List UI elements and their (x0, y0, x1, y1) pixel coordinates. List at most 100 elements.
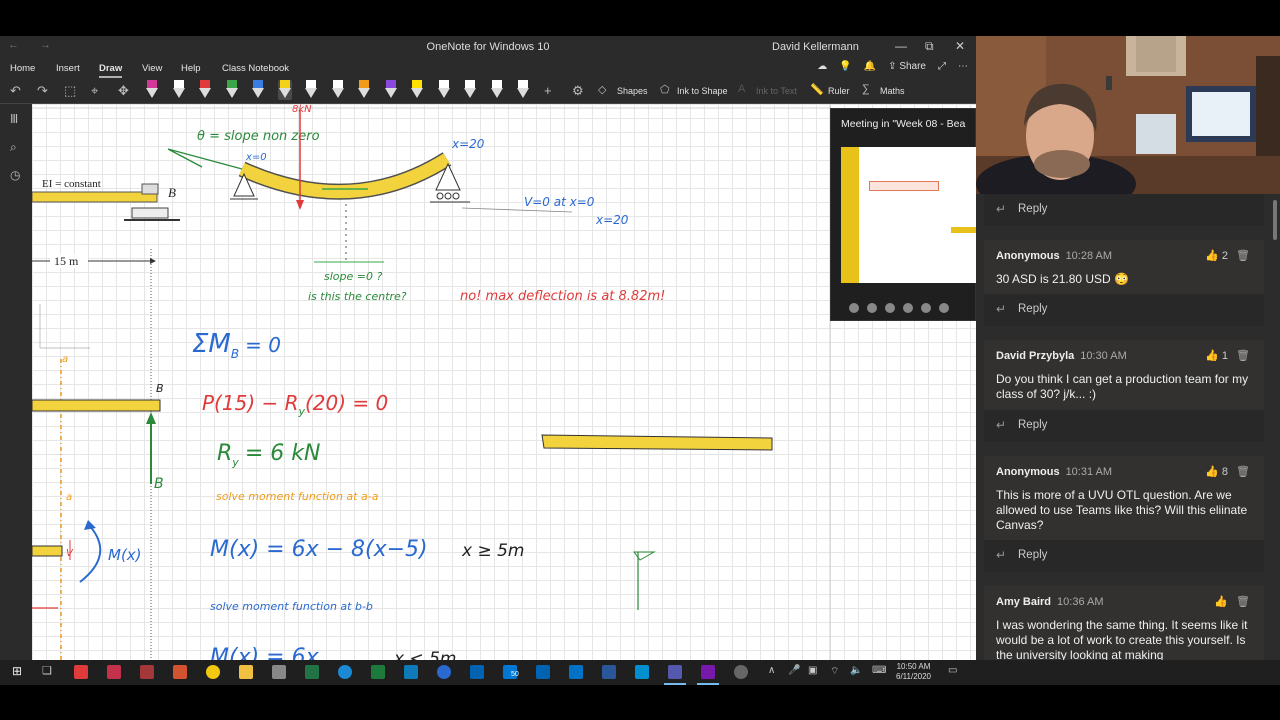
meeting-popout[interactable]: Meeting in "Week 08 - Bea (830, 108, 976, 321)
pan-icon[interactable]: ✥ (118, 83, 129, 99)
ink-replay-icon[interactable]: ⚙ (572, 83, 584, 99)
app-icon[interactable] (635, 665, 649, 679)
chrome-app-icon[interactable] (206, 665, 220, 679)
ruler-button[interactable]: Ruler (828, 86, 850, 96)
user-name[interactable]: David Kellermann (772, 41, 859, 53)
close-button[interactable]: ✕ (955, 39, 965, 53)
delete-icon[interactable]: 🗑 (1236, 249, 1250, 262)
publisher-app-icon[interactable] (371, 665, 385, 679)
menu-home[interactable]: Home (10, 63, 35, 74)
ink-to-shape-button[interactable]: Ink to Shape (677, 86, 728, 96)
like-count[interactable]: 👍 8 (1205, 465, 1228, 478)
participant-avatar[interactable] (867, 303, 877, 313)
pen-8-icon[interactable] (331, 80, 345, 100)
delete-icon[interactable]: 🗑 (1236, 595, 1250, 608)
edge-app-icon[interactable] (338, 665, 352, 679)
menu-view[interactable]: View (142, 63, 162, 74)
pen-2-icon[interactable] (172, 80, 186, 100)
maths-button[interactable]: Maths (880, 86, 905, 96)
participant-avatar[interactable] (885, 303, 895, 313)
reply-button[interactable]: ↵ Reply (984, 410, 1264, 442)
pen-4-icon[interactable] (225, 80, 239, 100)
like-icon[interactable]: 👍 (1214, 595, 1228, 608)
participant-avatar[interactable] (921, 303, 931, 313)
bell-icon[interactable]: 🔔 (864, 61, 876, 72)
start-icon[interactable]: ⊞ (12, 664, 22, 678)
pen-tip (199, 88, 211, 98)
mic-icon[interactable]: 🎤 (788, 665, 800, 676)
pen-13-icon[interactable] (463, 80, 477, 100)
onenote-app-icon[interactable] (697, 665, 719, 685)
menu-draw[interactable]: Draw (99, 63, 123, 78)
teams-app-icon[interactable] (664, 665, 686, 685)
more-icon[interactable]: ⋯ (958, 61, 968, 72)
shapes-button[interactable]: Shapes (617, 86, 648, 96)
pen-9-icon[interactable] (357, 80, 371, 100)
reply-button[interactable]: ↵ Reply (984, 540, 1264, 572)
participant-avatar[interactable] (903, 303, 913, 313)
redo-icon[interactable]: ↷ (37, 83, 48, 99)
menu-class-notebook[interactable]: Class Notebook (222, 63, 289, 74)
pen-5-icon[interactable] (251, 80, 265, 100)
ink-to-shape-icon: ⬠ (660, 84, 670, 96)
access-app-icon[interactable] (107, 665, 121, 679)
like-count[interactable]: 👍 1 (1205, 349, 1228, 362)
lightbulb-icon[interactable]: 💡 (839, 61, 851, 72)
app-icon[interactable] (404, 665, 418, 679)
lasso-select-icon[interactable]: ⬚ (64, 83, 76, 99)
onedrive-app-icon[interactable]: 50 (503, 665, 519, 679)
delete-icon[interactable]: 🗑 (1236, 349, 1250, 362)
like-count[interactable]: 👍 2 (1205, 249, 1228, 262)
undo-icon[interactable]: ↶ (10, 83, 21, 99)
participant-avatar[interactable] (939, 303, 949, 313)
powerpoint-app-icon[interactable] (173, 665, 187, 679)
type-select-icon[interactable]: ⌖ (91, 83, 98, 99)
delete-icon[interactable]: 🗑 (1236, 465, 1250, 478)
participant-avatar[interactable] (849, 303, 859, 313)
app-icon[interactable] (272, 665, 286, 679)
word-app-icon[interactable] (602, 665, 616, 679)
action-center-icon[interactable]: ▭ (948, 665, 957, 676)
pen-3-icon[interactable] (198, 80, 212, 100)
menu-insert[interactable]: Insert (56, 63, 80, 74)
acrobat-app-icon[interactable] (140, 665, 154, 679)
media-app-icon[interactable] (74, 665, 88, 679)
recent-icon[interactable]: ◷ (10, 168, 20, 182)
ink-to-text-button[interactable]: Ink to Text (756, 86, 797, 96)
pen-1-icon[interactable] (145, 80, 159, 100)
keyboard-icon[interactable]: ⌨ (872, 665, 886, 676)
menu-help[interactable]: Help (181, 63, 201, 74)
sharepoint-app-icon[interactable] (437, 665, 451, 679)
wifi-icon[interactable]: ⌔ (830, 665, 839, 678)
network-icon[interactable]: ▣ (808, 665, 817, 676)
notebooks-icon[interactable]: Ⅲ (10, 112, 18, 126)
tray-expand-icon[interactable]: ∧ (768, 665, 775, 676)
volume-icon[interactable]: 🔈 (850, 665, 862, 676)
mail-app-icon[interactable] (470, 665, 484, 679)
pen-6-icon[interactable] (277, 80, 292, 100)
pen-14-icon[interactable] (490, 80, 504, 100)
share-button[interactable]: ⇪ Share (888, 61, 926, 72)
outlook-app-icon[interactable] (569, 665, 583, 679)
sync-icon[interactable]: ☁ (817, 61, 827, 72)
add-pen-icon[interactable]: + (544, 83, 552, 98)
explorer-app-icon[interactable] (239, 665, 253, 679)
pen-11-icon[interactable] (410, 80, 424, 100)
chat-message: Anonymous 10:28 AM 👍 2 🗑 30 ASD is 21.80 … (984, 240, 1264, 294)
fullscreen-icon[interactable]: ⤢ (938, 61, 946, 72)
pen-7-icon[interactable] (304, 80, 318, 100)
reply-button[interactable]: ↵ Reply (984, 194, 1264, 226)
camera-app-icon[interactable] (734, 665, 748, 679)
calendar-app-icon[interactable] (536, 665, 550, 679)
taskbar-clock[interactable]: 10:50 AM 6/11/2020 (896, 662, 931, 682)
pen-15-icon[interactable] (516, 80, 530, 100)
chat-scrollbar[interactable] (1273, 200, 1277, 240)
pen-10-icon[interactable] (384, 80, 398, 100)
task-view-icon[interactable]: ❏ (42, 664, 52, 677)
excel-app-icon[interactable] (305, 665, 319, 679)
search-icon[interactable]: ⌕ (10, 140, 17, 155)
reply-button[interactable]: ↵ Reply (984, 294, 1264, 326)
minimize-button[interactable]: — (895, 39, 907, 53)
maximize-button[interactable]: ⧉ (925, 39, 934, 54)
pen-12-icon[interactable] (437, 80, 451, 100)
